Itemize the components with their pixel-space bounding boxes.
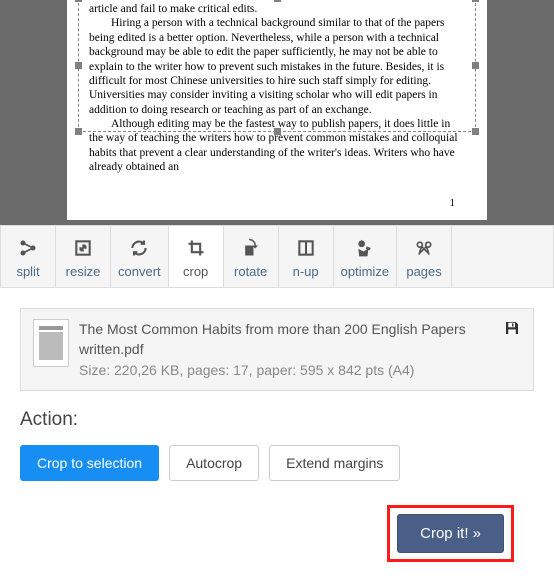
crop-to-selection-button[interactable]: Crop to selection <box>20 445 159 481</box>
crop-it-button[interactable]: Crop it! » <box>397 514 504 553</box>
crop-icon <box>176 236 216 260</box>
page-number: 1 <box>89 197 465 211</box>
tool-label: optimize <box>341 264 389 279</box>
file-info-bar: The Most Common Habits from more than 20… <box>20 308 534 391</box>
tool-rotate[interactable]: rotate <box>224 226 279 287</box>
tool-crop[interactable]: crop <box>169 226 224 287</box>
tool-label: resize <box>66 264 101 279</box>
resize-handle-top-right[interactable] <box>472 0 479 2</box>
nup-icon <box>286 236 326 260</box>
autocrop-button[interactable]: Autocrop <box>169 445 259 481</box>
crop-selection-box[interactable] <box>78 0 476 132</box>
tool-resize[interactable]: resize <box>56 226 111 287</box>
action-heading: Action: <box>20 409 534 431</box>
tool-toolbar: split resize convert crop rotate n-up <box>0 225 554 288</box>
highlight-box: Crop it! » <box>387 505 514 562</box>
convert-icon <box>118 236 161 260</box>
file-name: The Most Common Habits from more than 20… <box>79 319 493 360</box>
pdf-preview-area[interactable]: article and fail to make critical edits.… <box>0 0 554 225</box>
tool-label: rotate <box>234 264 267 279</box>
rotate-icon <box>231 236 271 260</box>
resize-handle-top-mid[interactable] <box>274 0 281 2</box>
resize-handle-mid-left[interactable] <box>75 62 82 69</box>
tool-label: n-up <box>293 264 319 279</box>
tool-pages[interactable]: pages <box>397 226 452 287</box>
resize-handle-mid-right[interactable] <box>472 62 479 69</box>
tool-label: convert <box>118 264 161 279</box>
tool-label: split <box>16 264 39 279</box>
resize-icon <box>63 236 103 260</box>
resize-handle-bottom-mid[interactable] <box>274 128 281 135</box>
optimize-icon <box>341 236 389 260</box>
tool-split[interactable]: split <box>1 226 56 287</box>
tool-convert[interactable]: convert <box>111 226 169 287</box>
resize-handle-bottom-left[interactable] <box>75 128 82 135</box>
resize-handle-bottom-right[interactable] <box>472 128 479 135</box>
file-meta: Size: 220,26 KB, pages: 17, paper: 595 x… <box>79 360 493 380</box>
tool-label: pages <box>406 264 441 279</box>
split-icon <box>8 236 48 260</box>
action-buttons: Crop to selection Autocrop Extend margin… <box>20 445 534 481</box>
resize-handle-top-left[interactable] <box>75 0 82 2</box>
tool-nup[interactable]: n-up <box>279 226 334 287</box>
tool-label: crop <box>183 264 208 279</box>
pages-icon <box>404 236 444 260</box>
tool-optimize[interactable]: optimize <box>334 226 397 287</box>
extend-margins-button[interactable]: Extend margins <box>269 445 400 481</box>
save-icon[interactable] <box>503 319 521 337</box>
pdf-thumbnail <box>33 319 69 367</box>
